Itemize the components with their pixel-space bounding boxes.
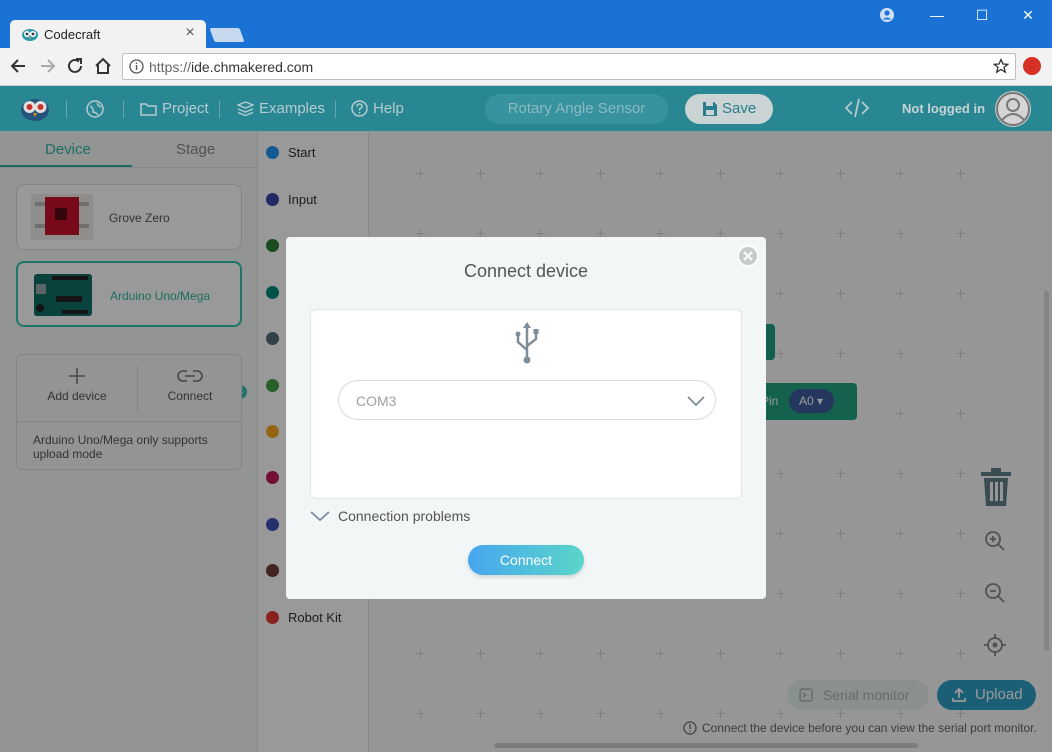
port-select[interactable]: COM3	[338, 380, 716, 420]
home-icon[interactable]	[92, 55, 114, 77]
header-dim-overlay	[0, 86, 1052, 131]
new-tab-button[interactable]	[209, 28, 245, 42]
address-bar[interactable]: https://ide.chmakered.com	[122, 53, 1016, 80]
dialog-connect-button[interactable]: Connect	[468, 545, 584, 575]
url-text: https://ide.chmakered.com	[149, 59, 313, 75]
connect-device-dialog: Connect device COM3 Connection problems …	[286, 237, 766, 599]
back-icon[interactable]	[8, 55, 30, 77]
info-icon[interactable]	[129, 59, 144, 74]
connection-problems-label: Connection problems	[338, 508, 471, 524]
extension-icon[interactable]	[1023, 57, 1041, 75]
reload-icon[interactable]	[64, 55, 86, 77]
owl-logo-icon	[22, 29, 38, 41]
browser-tab[interactable]: Codecraft ×	[10, 20, 206, 48]
usb-icon	[515, 322, 539, 364]
account-icon[interactable]	[879, 7, 895, 23]
forward-icon[interactable]	[36, 55, 58, 77]
tab-close-icon[interactable]: ×	[182, 24, 198, 42]
window-close-button[interactable]: ✕	[1005, 0, 1051, 30]
browser-toolbar: https://ide.chmakered.com	[0, 48, 1052, 86]
url-host: ide.chmakered.com	[191, 59, 314, 75]
bookmark-star-icon[interactable]	[993, 58, 1009, 74]
chevron-down-icon	[687, 396, 705, 407]
maximize-button[interactable]: ☐	[959, 0, 1005, 30]
url-protocol: https://	[149, 59, 192, 75]
connection-problems-toggle[interactable]: Connection problems	[310, 508, 470, 524]
minimize-button[interactable]: —	[914, 0, 960, 30]
dialog-close-icon[interactable]	[737, 245, 759, 267]
browser-titlebar: Codecraft × — ☐ ✕	[0, 0, 1052, 48]
chevron-down-icon	[310, 511, 330, 522]
port-value: COM3	[356, 393, 397, 409]
tab-title: Codecraft	[44, 27, 101, 42]
port-selection-panel: COM3	[310, 309, 742, 499]
dialog-title: Connect device	[463, 261, 589, 281]
close-icon	[743, 251, 753, 261]
